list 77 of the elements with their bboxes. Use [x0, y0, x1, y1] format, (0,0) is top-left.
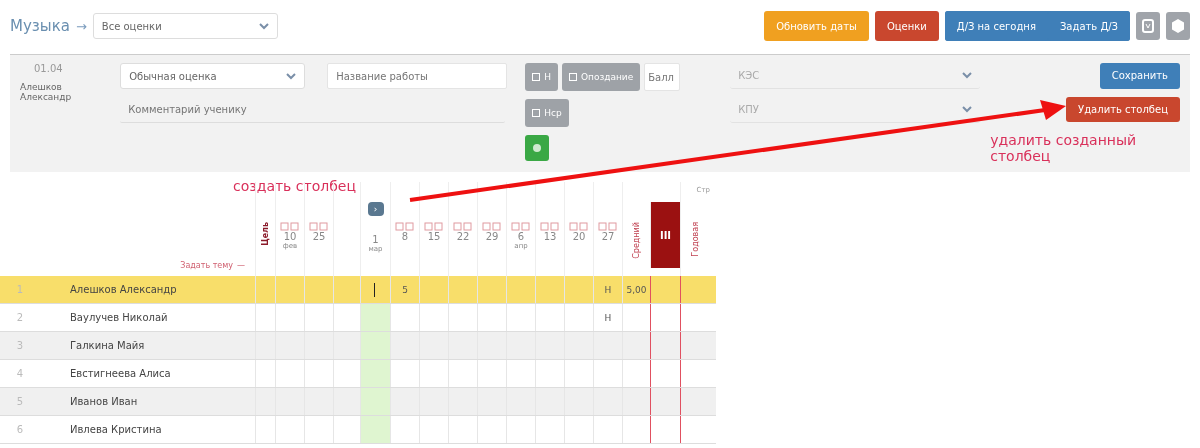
- column-date[interactable]: 27: [601, 231, 615, 242]
- toggle-button[interactable]: Нср: [525, 99, 569, 127]
- text-cursor: [374, 283, 375, 297]
- column-actions-icon[interactable]: [280, 222, 300, 231]
- column-date[interactable]: 25: [312, 231, 326, 242]
- student-name: Евстигнеева Алиса: [69, 367, 172, 381]
- row-number: 2: [15, 311, 25, 325]
- arrow-separator: →: [75, 18, 87, 34]
- student-name: Иванов Иван: [69, 395, 139, 409]
- column-date[interactable]: 6: [517, 231, 525, 242]
- grade-text: Н: [604, 313, 612, 323]
- column-header: Годовая: [691, 222, 700, 257]
- checkbox[interactable]: [568, 73, 577, 81]
- settings-icon: [1171, 19, 1185, 33]
- grade-text: 5,00: [626, 285, 647, 295]
- column-date[interactable]: 10: [283, 231, 297, 242]
- student-row[interactable]: 6 Ивлева Кристина: [0, 416, 716, 444]
- chevron-icon: [962, 72, 973, 79]
- work-title-field[interactable]: Название работы: [327, 63, 508, 89]
- annotation-text: создать столбец: [233, 178, 356, 194]
- student-name: Ивлева Кристина: [69, 423, 163, 437]
- comment-field[interactable]: Комментарий ученику: [120, 97, 506, 123]
- subject-title: Музыка: [10, 17, 70, 35]
- row-number: 4: [15, 367, 25, 381]
- annotation-text: удалить созданный столбец: [990, 132, 1138, 164]
- checkbox[interactable]: [532, 109, 541, 117]
- student-name: Baулучев Николай: [69, 311, 169, 325]
- student-row[interactable]: 1 Алешков Александр 5 Н 5,00: [0, 276, 716, 304]
- column-header: Цель: [261, 222, 270, 246]
- points-field[interactable]: Балл: [644, 63, 681, 91]
- checkbox[interactable]: [532, 73, 541, 81]
- kes-select[interactable]: КЭС: [730, 63, 981, 89]
- calendar-button[interactable]: [1136, 12, 1160, 40]
- student-name: Алешков Александр: [69, 283, 178, 297]
- calendar-icon: [1142, 19, 1154, 33]
- column-actions-icon[interactable]: [511, 222, 531, 231]
- column-date[interactable]: 1: [372, 234, 379, 245]
- toggle-button[interactable]: Опоздание: [561, 63, 641, 91]
- column-date[interactable]: 29: [485, 231, 499, 242]
- toolbar-button[interactable]: Обновить даты: [764, 11, 869, 41]
- column-actions-icon[interactable]: [395, 222, 415, 231]
- grade-text: 5: [402, 285, 408, 295]
- delete-column-button[interactable]: Удалить столбец: [1066, 96, 1180, 122]
- chevron-icon: [258, 22, 269, 30]
- dash-text: —: [237, 261, 245, 270]
- column-header: Средний: [632, 222, 641, 259]
- column-actions-icon[interactable]: [482, 222, 502, 231]
- row-number: 1: [15, 283, 25, 297]
- column-date: 01.04: [33, 63, 64, 74]
- student-name: Галкина Майя: [69, 339, 146, 353]
- add-button[interactable]: [525, 135, 550, 161]
- column-date[interactable]: 15: [427, 231, 441, 242]
- toggle-button[interactable]: Н: [525, 63, 558, 91]
- chevron-icon: [962, 106, 973, 113]
- column-actions-icon[interactable]: [453, 222, 473, 231]
- settings-button[interactable]: [1166, 12, 1190, 40]
- column-date[interactable]: 13: [543, 231, 557, 242]
- column-actions-icon[interactable]: [309, 222, 329, 231]
- column-date[interactable]: 8: [401, 231, 409, 242]
- grade-text: Н: [604, 285, 612, 295]
- row-number: 6: [15, 423, 25, 437]
- student-name: Алешков Александр: [20, 82, 73, 102]
- kpu-select[interactable]: КПУ: [730, 97, 981, 123]
- column-actions-icon[interactable]: [569, 222, 589, 231]
- term-header[interactable]: III: [650, 202, 680, 268]
- set-topic-link[interactable]: Задать тему: [180, 261, 233, 270]
- column-actions-icon[interactable]: [540, 222, 560, 231]
- add-column-button[interactable]: ›: [367, 202, 384, 216]
- mark-type-select[interactable]: Обычная оценка: [120, 63, 306, 89]
- toolbar-button[interactable]: Оценки: [874, 11, 939, 41]
- column-date[interactable]: 22: [456, 231, 470, 242]
- filter-select[interactable]: Все оценки: [92, 13, 278, 39]
- column-actions-icon[interactable]: [424, 222, 444, 231]
- chevron-icon: [286, 72, 297, 80]
- column-date[interactable]: 20: [572, 231, 586, 242]
- column-actions-icon[interactable]: [598, 222, 618, 231]
- save-button[interactable]: Сохранить: [1099, 63, 1180, 89]
